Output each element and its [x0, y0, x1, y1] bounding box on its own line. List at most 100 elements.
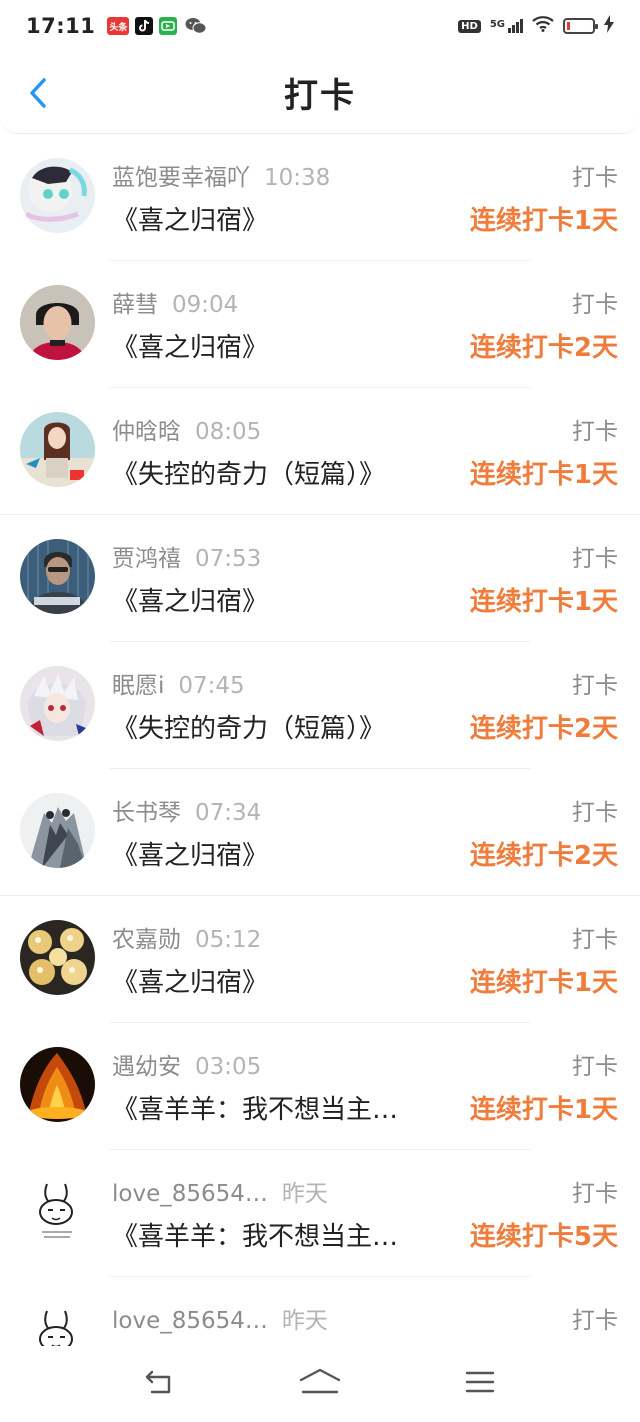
checkin-action-label: 打卡	[572, 800, 618, 826]
book-title[interactable]: 《喜之归宿》	[112, 327, 268, 364]
streak-label: 连续打卡2天	[469, 841, 618, 871]
nav-menu-icon	[465, 1371, 495, 1393]
streak-label: 连续打卡1天	[469, 206, 618, 236]
checkin-action-label: 打卡	[572, 546, 618, 572]
checkin-time: 07:53	[195, 546, 262, 572]
app-root: 17:11 头条 HD 5G 打卡 蓝饱要幸福吖 10:38 《喜之归宿》 打卡…	[0, 0, 640, 1422]
book-title[interactable]: 《喜之归宿》	[112, 962, 268, 999]
checkin-row[interactable]: love_85654… 昨天 《喜羊羊：我不想当主… 打卡 连续打卡5天	[0, 1150, 640, 1277]
checkin-action-label: 打卡	[572, 1308, 618, 1334]
status-bar: 17:11 头条 HD 5G	[0, 0, 640, 52]
streak-label: 连续打卡5天	[469, 1222, 618, 1252]
checkin-time: 05:12	[195, 927, 262, 953]
avatar[interactable]	[20, 539, 95, 614]
username-text: 眠愿i	[112, 673, 165, 699]
checkin-username: 蓝饱要幸福吖 10:38	[112, 158, 330, 192]
checkin-row[interactable]: 贾鸿禧 07:53 《喜之归宿》 打卡 连续打卡1天	[0, 515, 640, 642]
book-title[interactable]: 《喜羊羊：我不想当主…	[112, 1216, 398, 1253]
avatar[interactable]	[20, 793, 95, 868]
checkin-time: 昨天	[281, 1308, 328, 1334]
checkin-username: 薛彗 09:04	[112, 285, 238, 319]
checkin-username: love_85654… 昨天	[112, 1174, 328, 1208]
checkin-time: 03:05	[195, 1054, 262, 1080]
streak-label: 连续打卡2天	[469, 333, 618, 363]
back-button[interactable]	[18, 70, 58, 116]
wifi-icon	[532, 16, 554, 36]
checkin-row[interactable]: 仲晗晗 08:05 《失控的奇力（短篇）》 打卡 连续打卡1天	[0, 388, 640, 515]
iqiyi-app-icon	[159, 17, 178, 35]
streak-label: 连续打卡2天	[469, 714, 618, 744]
checkin-row[interactable]: 长书琴 07:34 《喜之归宿》 打卡 连续打卡2天	[0, 769, 640, 896]
checkin-row[interactable]: 蓝饱要幸福吖 10:38 《喜之归宿》 打卡 连续打卡1天	[0, 134, 640, 261]
checkin-username: 长书琴 07:34	[112, 793, 261, 827]
checkin-username: 农嘉勋 05:12	[112, 920, 261, 954]
username-text: love_85654…	[112, 1181, 268, 1207]
checkin-action-label: 打卡	[572, 673, 618, 699]
checkin-row[interactable]: 遇幼安 03:05 《喜羊羊：我不想当主… 打卡 连续打卡1天	[0, 1023, 640, 1150]
wechat-app-icon	[183, 17, 209, 35]
nav-bar: 打卡	[0, 52, 640, 134]
username-text: 遇幼安	[112, 1054, 181, 1080]
checkin-row[interactable]: 眠愿i 07:45 《失控的奇力（短篇）》 打卡 连续打卡2天	[0, 642, 640, 769]
battery-icon	[563, 18, 598, 34]
status-time: 17:11	[26, 14, 96, 38]
avatar[interactable]	[20, 285, 95, 360]
book-title[interactable]: 《喜之归宿》	[112, 200, 268, 237]
username-text: 薛彗	[112, 292, 158, 318]
avatar[interactable]	[20, 1047, 95, 1122]
status-indicators: HD 5G	[458, 15, 614, 37]
avatar[interactable]	[20, 412, 95, 487]
book-title[interactable]: 《失控的奇力（短篇）》	[112, 454, 385, 491]
status-app-icons: 头条	[107, 17, 209, 35]
checkin-time: 10:38	[264, 165, 331, 191]
checkin-username: 眠愿i 07:45	[112, 666, 245, 700]
checkin-action-label: 打卡	[572, 927, 618, 953]
checkin-row[interactable]: 薛彗 09:04 《喜之归宿》 打卡 连续打卡2天	[0, 261, 640, 388]
hd-badge: HD	[458, 19, 481, 33]
signal-icon: 5G	[490, 19, 523, 33]
book-title[interactable]: 《喜之归宿》	[112, 835, 268, 872]
book-title[interactable]: 《失控的奇力（短篇）》	[112, 708, 385, 745]
streak-label: 连续打卡1天	[469, 587, 618, 617]
avatar[interactable]	[20, 1174, 95, 1249]
nav-menu-button[interactable]	[458, 1364, 502, 1400]
checkin-username: 贾鸿禧 07:53	[112, 539, 261, 573]
checkin-action-label: 打卡	[572, 419, 618, 445]
nav-home-icon	[299, 1368, 341, 1394]
avatar[interactable]	[20, 666, 95, 741]
streak-label: 连续打卡1天	[469, 460, 618, 490]
page-title: 打卡	[284, 76, 356, 116]
checkin-username: 遇幼安 03:05	[112, 1047, 261, 1081]
system-navigation-bar	[0, 1346, 640, 1422]
book-title[interactable]: 《喜之归宿》	[112, 581, 268, 618]
username-text: love_85654…	[112, 1308, 268, 1334]
checkin-time: 09:04	[172, 292, 239, 318]
book-title[interactable]: 《喜羊羊：我不想当主…	[112, 1089, 398, 1126]
nav-back-button[interactable]	[138, 1364, 182, 1400]
toutiao-app-icon: 头条	[107, 17, 130, 35]
checkin-time: 07:45	[178, 673, 245, 699]
nav-home-button[interactable]	[298, 1364, 342, 1400]
checkin-action-label: 打卡	[572, 292, 618, 318]
username-text: 农嘉勋	[112, 927, 181, 953]
checkin-action-label: 打卡	[572, 165, 618, 191]
checkin-username: 仲晗晗 08:05	[112, 412, 261, 446]
checkin-row[interactable]: 农嘉勋 05:12 《喜之归宿》 打卡 连续打卡1天	[0, 896, 640, 1023]
checkin-list[interactable]: 蓝饱要幸福吖 10:38 《喜之归宿》 打卡 连续打卡1天 薛彗 09:04 《喜之…	[0, 134, 640, 1346]
checkin-time: 07:34	[195, 800, 262, 826]
nav-back-icon	[145, 1370, 171, 1394]
tiktok-app-icon	[135, 17, 154, 35]
checkin-action-label: 打卡	[572, 1054, 618, 1080]
checkin-time: 昨天	[281, 1181, 328, 1207]
avatar[interactable]	[20, 158, 95, 233]
checkin-time: 08:05	[195, 419, 262, 445]
username-text: 仲晗晗	[112, 419, 181, 445]
avatar[interactable]	[20, 920, 95, 995]
checkin-row[interactable]: love_85654… 昨天 打卡	[0, 1277, 640, 1346]
back-chevron-icon	[30, 78, 46, 108]
charging-icon	[604, 15, 614, 37]
username-text: 贾鸿禧	[112, 546, 181, 572]
username-text: 蓝饱要幸福吖	[112, 165, 250, 191]
network-type: 5G	[489, 19, 505, 30]
avatar[interactable]	[20, 1301, 95, 1346]
